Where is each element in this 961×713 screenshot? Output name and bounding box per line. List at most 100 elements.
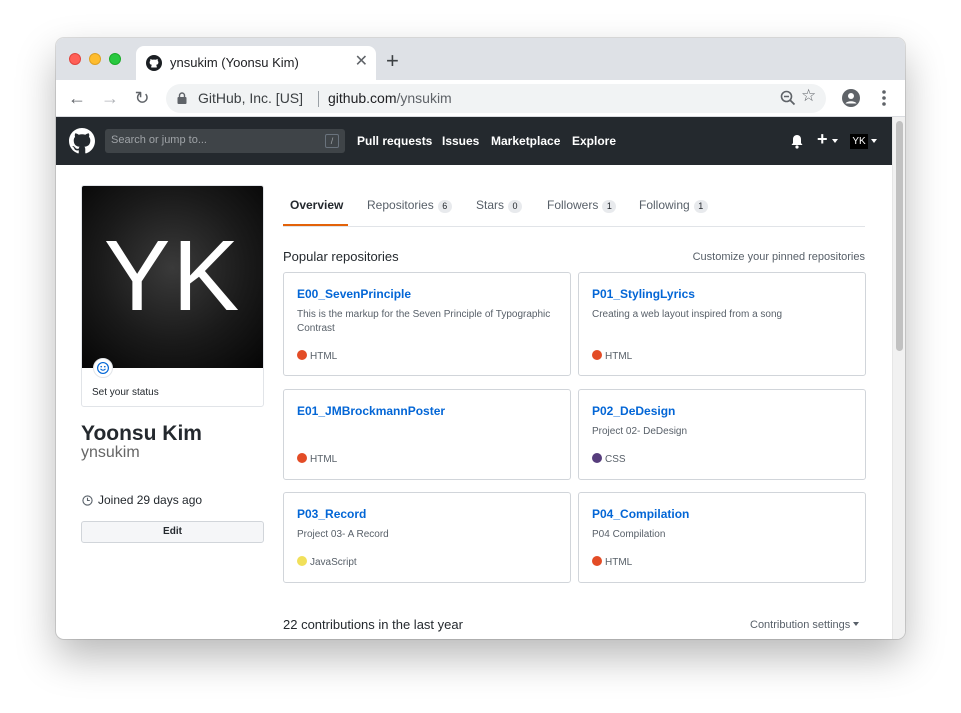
language-color-dot	[592, 350, 602, 360]
minimize-window-button[interactable]	[89, 53, 101, 65]
language-label: HTML	[310, 454, 338, 465]
tab-following[interactable]: Following 1	[639, 198, 708, 213]
language-color-dot	[297, 350, 307, 360]
repo-description: Project 03- A Record	[297, 529, 389, 540]
nav-pull-requests[interactable]: Pull requests	[357, 134, 432, 148]
repo-language: HTML	[297, 453, 337, 465]
create-dropdown-caret-icon	[832, 139, 838, 143]
popular-repos-title: Popular repositories	[283, 249, 399, 264]
set-status-link[interactable]: Set your status	[92, 387, 159, 398]
page-scrollbar[interactable]	[892, 117, 905, 639]
omnibox-divider	[318, 91, 319, 107]
browser-toolbar: ← → ↻ GitHub, Inc. [US] github.com/ynsuk…	[56, 80, 905, 117]
tab-strip: ynsukim (Yoonsu Kim) ✕ +	[56, 38, 905, 80]
language-color-dot	[297, 556, 307, 566]
github-header: Search or jump to... / Pull requests Iss…	[56, 117, 892, 165]
tab-repositories[interactable]: Repositories 6	[367, 198, 452, 213]
tab-label: Repositories	[367, 198, 434, 212]
scrollbar-thumb[interactable]	[896, 121, 903, 351]
nav-marketplace[interactable]: Marketplace	[491, 134, 560, 148]
joined-date: Joined 29 days ago	[98, 493, 203, 507]
nav-issues[interactable]: Issues	[442, 134, 479, 148]
notification-bell-icon[interactable]	[790, 134, 804, 149]
search-shortcut-key: /	[325, 134, 339, 148]
repo-name-link[interactable]: P03_Record	[297, 507, 366, 521]
repo-language: HTML	[592, 556, 632, 568]
contribution-settings-label: Contribution settings	[750, 619, 851, 631]
forward-arrow-icon[interactable]: →	[99, 87, 121, 109]
repo-description: This is the markup for the Seven Princip…	[297, 309, 551, 334]
tab-label: Overview	[290, 198, 344, 212]
edit-profile-button[interactable]: Edit	[81, 521, 264, 543]
tab-label: Stars	[476, 198, 505, 212]
chevron-down-icon	[853, 622, 860, 626]
search-input[interactable]: Search or jump to... /	[105, 129, 345, 153]
repo-card: P02_DeDesign Project 02- DeDesign CSS	[578, 389, 866, 480]
repo-language: JavaScript	[297, 556, 357, 568]
tab-count: 1	[693, 200, 708, 213]
bookmark-star-icon[interactable]: ☆	[801, 87, 816, 104]
profile-full-name: Yoonsu Kim	[81, 422, 202, 445]
header-avatar[interactable]: YK	[850, 134, 868, 149]
zoom-out-icon[interactable]	[780, 90, 796, 106]
repo-name-link[interactable]: P04_Compilation	[592, 507, 689, 521]
url-path: /ynsukim	[396, 90, 452, 106]
github-favicon-icon	[146, 55, 162, 71]
repo-description: Project 02- DeDesign	[592, 426, 688, 437]
tab-stars[interactable]: Stars 0	[476, 198, 523, 213]
profile-username: ynsukim	[81, 444, 140, 461]
tab-close-icon[interactable]: ✕	[355, 54, 368, 70]
github-logo-icon[interactable]	[69, 128, 95, 154]
repo-name-link[interactable]: E01_JMBrockmannPoster	[297, 404, 445, 418]
zoom-window-button[interactable]	[109, 53, 121, 65]
tab-title: ynsukim (Yoonsu Kim)	[170, 55, 299, 70]
smiley-status-icon[interactable]	[93, 358, 113, 378]
avatar-dropdown-caret-icon	[871, 139, 877, 143]
kebab-menu-icon[interactable]	[882, 90, 886, 106]
url-text[interactable]: github.com/ynsukim	[328, 90, 452, 106]
tab-overview[interactable]: Overview	[290, 198, 343, 212]
close-window-button[interactable]	[69, 53, 81, 65]
repo-name-link[interactable]: P01_StylingLyrics	[592, 287, 695, 301]
profile-avatar-card[interactable]: YK Set your status	[81, 185, 264, 407]
customize-pins-link[interactable]: Customize your pinned repositories	[693, 251, 865, 263]
reload-icon[interactable]: ↻	[131, 87, 153, 109]
certificate-label: GitHub, Inc. [US]	[198, 90, 304, 106]
contribution-settings-dropdown[interactable]: Contribution settings	[750, 619, 860, 631]
repo-language: CSS	[592, 453, 626, 465]
language-label: CSS	[605, 454, 626, 465]
account-icon[interactable]	[842, 89, 860, 107]
address-bar[interactable]: GitHub, Inc. [US] github.com/ynsukim	[166, 84, 826, 113]
tab-followers[interactable]: Followers 1	[547, 198, 617, 213]
browser-tab[interactable]: ynsukim (Yoonsu Kim) ✕	[136, 46, 376, 80]
new-tab-button[interactable]: +	[386, 50, 399, 72]
repo-card: P01_StylingLyrics Creating a web layout …	[578, 272, 866, 376]
repo-card: E01_JMBrockmannPoster HTML	[283, 389, 571, 480]
repo-language: HTML	[592, 350, 632, 362]
tab-count: 0	[508, 200, 523, 213]
repo-card: P04_Compilation P04 Compilation HTML	[578, 492, 866, 583]
tab-count: 6	[437, 200, 452, 213]
repo-name-link[interactable]: E00_SevenPrinciple	[297, 287, 411, 301]
repo-language: HTML	[297, 350, 337, 362]
nav-explore[interactable]: Explore	[572, 134, 616, 148]
tab-label: Following	[639, 198, 690, 212]
language-color-dot	[592, 453, 602, 463]
contributions-title: 22 contributions in the last year	[283, 617, 463, 632]
language-color-dot	[592, 556, 602, 566]
language-color-dot	[297, 453, 307, 463]
tabs-divider	[283, 226, 865, 227]
repo-name-link[interactable]: P02_DeDesign	[592, 404, 675, 418]
avatar-initials: YK	[103, 220, 242, 332]
search-placeholder: Search or jump to...	[111, 134, 207, 146]
repo-description: Creating a web layout inspired from a so…	[592, 309, 783, 320]
language-label: HTML	[310, 351, 338, 362]
profile-avatar[interactable]: YK	[82, 186, 263, 368]
language-label: JavaScript	[310, 557, 357, 568]
create-new-icon[interactable]: +	[817, 130, 828, 148]
url-host: github.com	[328, 90, 397, 106]
clock-icon	[82, 495, 93, 506]
repo-description: P04 Compilation	[592, 529, 666, 540]
language-label: HTML	[605, 351, 633, 362]
back-arrow-icon[interactable]: ←	[66, 87, 88, 109]
